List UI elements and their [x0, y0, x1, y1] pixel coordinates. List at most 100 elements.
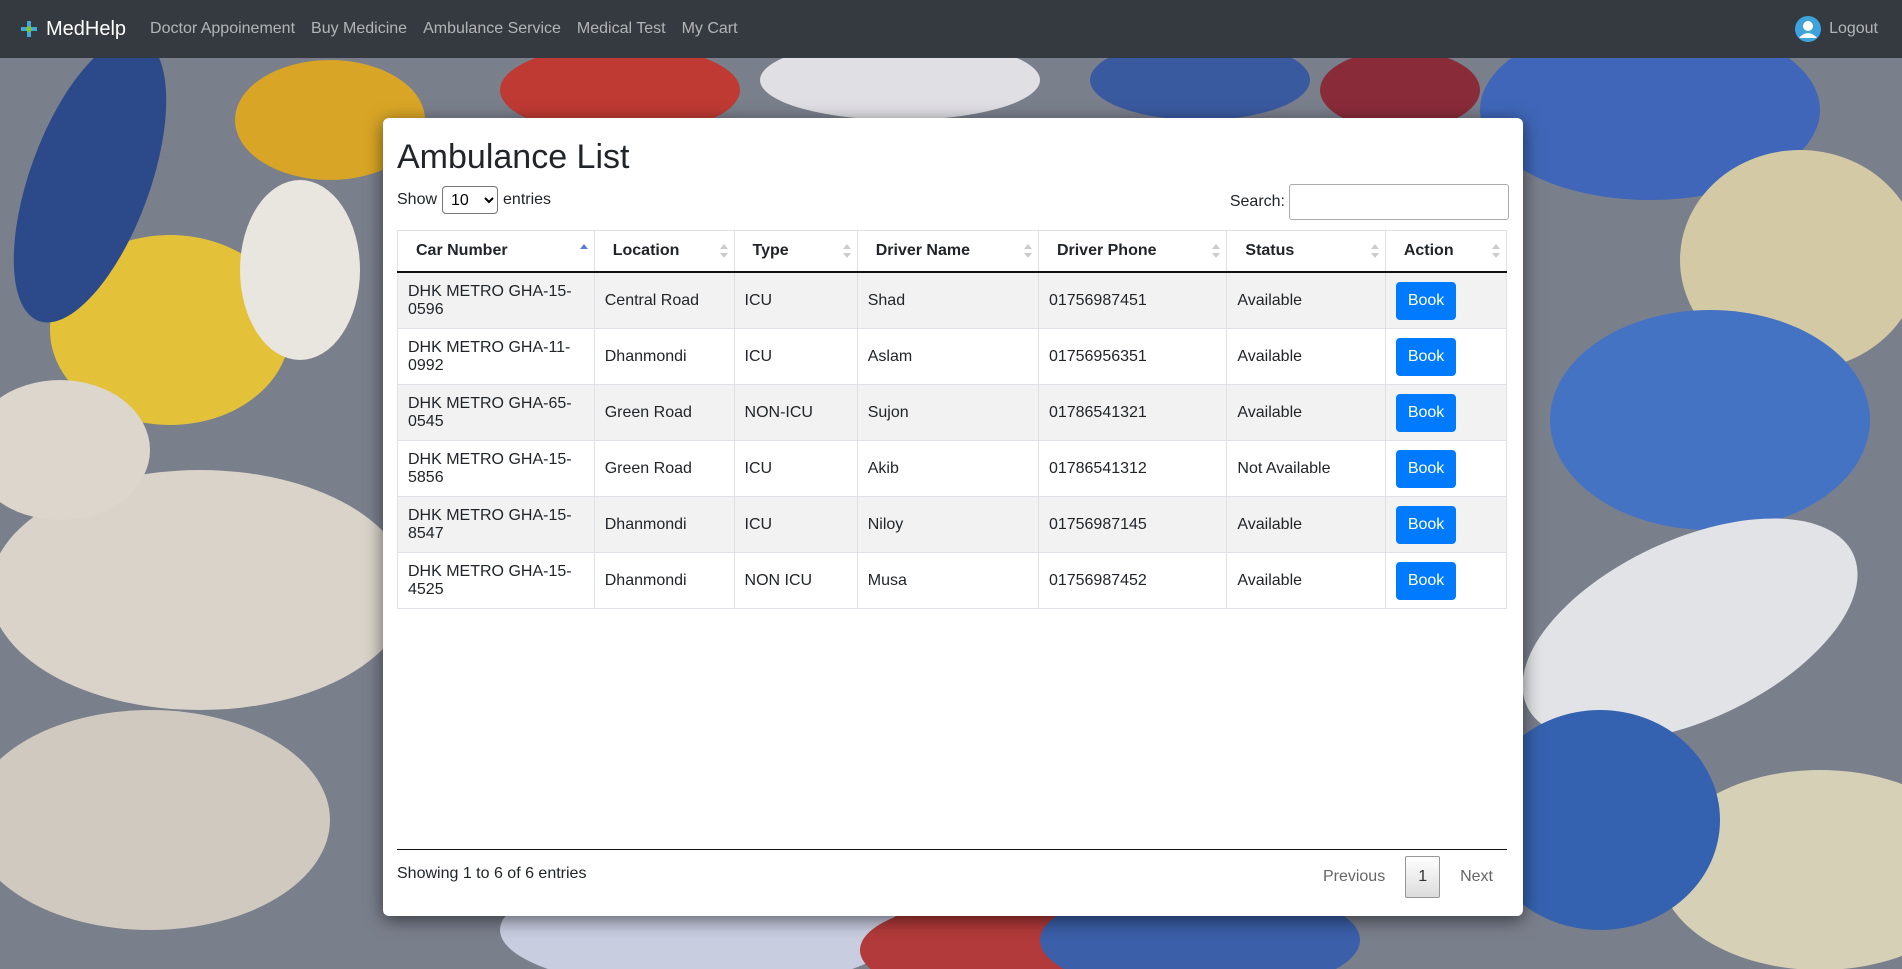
user-avatar-icon — [1795, 16, 1822, 42]
cell-location: Green Road — [593, 440, 735, 497]
table-search: Search: — [1230, 184, 1509, 220]
logout-label: Logout — [1829, 20, 1878, 37]
col-type[interactable]: Type — [733, 230, 858, 273]
cell-type: ICU — [733, 271, 858, 329]
table-row: DHK METRO GHA-15-8547 Dhanmondi ICU Nilo… — [397, 496, 1508, 553]
logout-link[interactable]: Logout — [1795, 16, 1878, 42]
ambulance-list-card: Ambulance List Show 10 entries Search: C… — [383, 118, 1523, 916]
nav-ambulance-service[interactable]: Ambulance Service — [423, 20, 561, 38]
cell-car-number: DHK METRO GHA-11-0992 — [397, 328, 595, 385]
cell-driver-name: Musa — [856, 552, 1039, 609]
search-input[interactable] — [1289, 184, 1509, 220]
col-driver-name[interactable]: Driver Name — [856, 230, 1039, 273]
cell-type: ICU — [733, 496, 858, 553]
page-title: Ambulance List — [397, 138, 630, 176]
entries-select[interactable]: 10 — [442, 186, 499, 214]
nav-medical-test[interactable]: Medical Test — [577, 20, 666, 38]
col-driver-phone[interactable]: Driver Phone — [1037, 230, 1228, 273]
col-action-label: Action — [1403, 242, 1454, 259]
cell-location: Dhanmondi — [593, 552, 735, 609]
col-type-label: Type — [752, 242, 789, 259]
sort-icon — [719, 244, 728, 258]
cell-type: ICU — [733, 328, 858, 385]
sort-icon — [1023, 244, 1032, 258]
brand[interactable]: MedHelp — [20, 18, 126, 41]
table-info: Showing 1 to 6 of 6 entries — [397, 865, 587, 882]
cell-type: ICU — [733, 440, 858, 497]
cell-type: NON-ICU — [733, 384, 858, 441]
cell-driver-name: Sujon — [856, 384, 1039, 441]
cell-action: Book — [1384, 496, 1508, 553]
sort-icon — [842, 244, 851, 258]
cell-location: Dhanmondi — [593, 328, 735, 385]
cell-driver-phone: 01756987451 — [1037, 271, 1228, 329]
cell-driver-name: Niloy — [856, 496, 1039, 553]
book-button[interactable]: Book — [1395, 393, 1457, 432]
cell-status: Available — [1226, 328, 1386, 385]
cell-type: NON ICU — [733, 552, 858, 609]
book-button[interactable]: Book — [1395, 281, 1457, 320]
book-button[interactable]: Book — [1395, 561, 1457, 600]
next-button[interactable]: Next — [1444, 857, 1509, 897]
cell-car-number: DHK METRO GHA-15-0596 — [397, 271, 595, 329]
top-navbar: MedHelp Doctor Appoinement Buy Medicine … — [0, 0, 1902, 58]
book-button[interactable]: Book — [1395, 449, 1457, 488]
cell-driver-name: Aslam — [856, 328, 1039, 385]
cell-status: Available — [1226, 552, 1386, 609]
entries-length-control: Show 10 entries — [397, 186, 551, 214]
col-location-label: Location — [612, 242, 680, 259]
cell-location: Dhanmondi — [593, 496, 735, 553]
ambulance-table: Car Number Location Type Driver Name Dri… — [397, 230, 1508, 609]
previous-button[interactable]: Previous — [1307, 857, 1401, 897]
cell-driver-phone: 01756987452 — [1037, 552, 1228, 609]
nav-links: Doctor Appoinement Buy Medicine Ambulanc… — [142, 20, 746, 38]
nav-doctor-appointment[interactable]: Doctor Appoinement — [150, 20, 295, 38]
sort-icon — [1212, 244, 1221, 258]
cell-driver-name: Shad — [856, 271, 1039, 329]
show-label: Show — [397, 191, 438, 208]
sort-asc-icon — [579, 244, 588, 249]
cell-status: Not Available — [1226, 440, 1386, 497]
book-button[interactable]: Book — [1395, 337, 1457, 376]
col-car-number-label: Car Number — [416, 242, 508, 259]
cell-status: Available — [1226, 496, 1386, 553]
brand-name: MedHelp — [46, 17, 127, 40]
cell-action: Book — [1384, 328, 1508, 385]
col-action[interactable]: Action — [1384, 230, 1508, 273]
cell-action: Book — [1384, 440, 1508, 497]
nav-buy-medicine[interactable]: Buy Medicine — [311, 20, 407, 38]
cell-action: Book — [1384, 552, 1508, 609]
cell-driver-name: Akib — [856, 440, 1039, 497]
cell-driver-phone: 01786541312 — [1037, 440, 1228, 497]
col-driver-name-label: Driver Name — [875, 242, 971, 259]
nav-my-cart[interactable]: My Cart — [682, 20, 738, 38]
cell-action: Book — [1384, 271, 1508, 329]
table-row: DHK METRO GHA-11-0992 Dhanmondi ICU Asla… — [397, 328, 1508, 385]
cell-status: Available — [1226, 271, 1386, 329]
page-1-button[interactable]: 1 — [1405, 856, 1441, 898]
sort-icon — [1370, 244, 1379, 258]
search-label: Search: — [1229, 193, 1285, 210]
pagination: Previous 1 Next — [1307, 856, 1509, 898]
medhelp-logo-icon — [21, 21, 37, 37]
cell-location: Green Road — [593, 384, 735, 441]
cell-action: Book — [1384, 384, 1508, 441]
col-car-number[interactable]: Car Number — [397, 230, 595, 273]
table-footer-divider — [397, 849, 1507, 850]
cell-driver-phone: 01786541321 — [1037, 384, 1228, 441]
book-button[interactable]: Book — [1395, 505, 1457, 544]
table-row: DHK METRO GHA-15-0596 Central Road ICU S… — [397, 271, 1508, 329]
col-status[interactable]: Status — [1226, 230, 1386, 273]
cell-car-number: DHK METRO GHA-65-0545 — [397, 384, 595, 441]
cell-driver-phone: 01756987145 — [1037, 496, 1228, 553]
table-row: DHK METRO GHA-65-0545 Green Road NON-ICU… — [397, 384, 1508, 441]
table-header-row: Car Number Location Type Driver Name Dri… — [397, 230, 1508, 273]
cell-car-number: DHK METRO GHA-15-4525 — [397, 552, 595, 609]
cell-car-number: DHK METRO GHA-15-8547 — [397, 496, 595, 553]
cell-driver-phone: 01756956351 — [1037, 328, 1228, 385]
entries-label: entries — [503, 191, 552, 208]
col-status-label: Status — [1245, 242, 1295, 259]
col-location[interactable]: Location — [593, 230, 735, 273]
cell-location: Central Road — [593, 271, 735, 329]
cell-status: Available — [1226, 384, 1386, 441]
